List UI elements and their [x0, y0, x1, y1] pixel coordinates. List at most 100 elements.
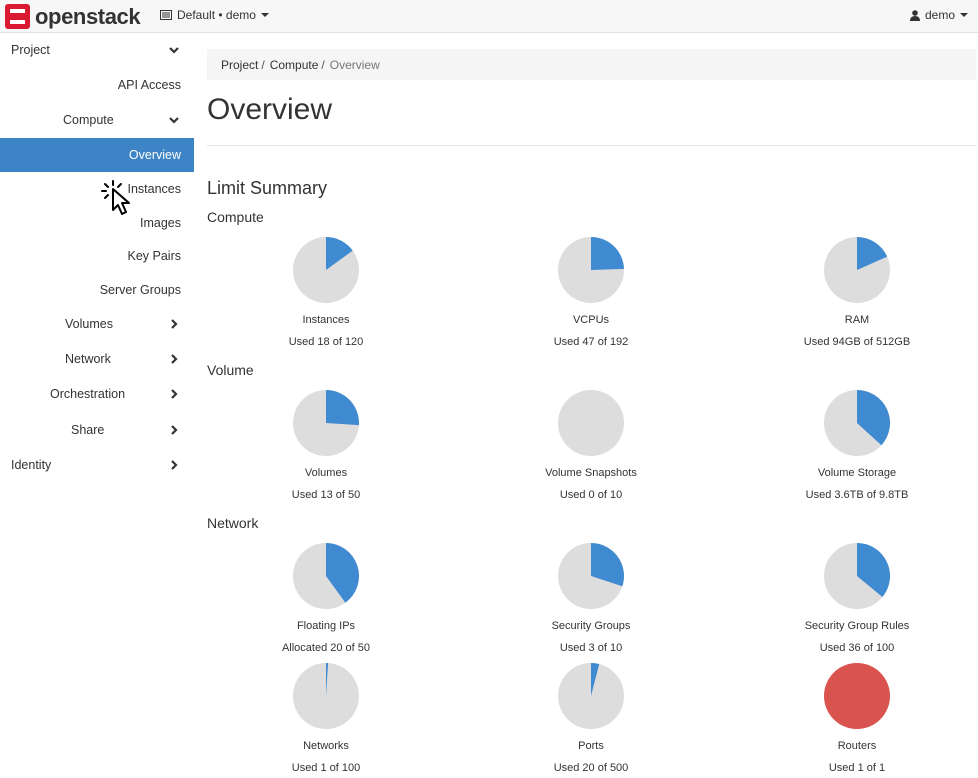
sidebar-item-overview[interactable]: Overview [0, 138, 194, 172]
chart-label: Volume Storage [817, 467, 897, 479]
pie-chart [558, 543, 624, 609]
sidebar-item-label: Instances [127, 182, 181, 196]
chart-usage-text: Used 3 of 10 [559, 642, 623, 654]
pie-chart [558, 390, 624, 456]
limit-chart: Floating IPs Allocated 20 of 50 [226, 542, 426, 655]
user-name: demo [924, 8, 955, 22]
sidebar-item-project[interactable]: Project [0, 33, 194, 67]
sidebar-item-volumes[interactable]: Volumes [0, 307, 194, 341]
sidebar-item-label: Images [140, 216, 181, 230]
pie-slice-used [326, 390, 359, 426]
chevron-down-icon [260, 13, 269, 17]
limit-chart: Security Group Rules Used 36 of 100 [757, 542, 957, 655]
sidebar-item-orchestration[interactable]: Orchestration [0, 377, 194, 411]
sidebar-item-images[interactable]: Images [0, 206, 194, 240]
chart-usage-text: Used 0 of 10 [559, 489, 623, 501]
section-title-compute: Compute [207, 209, 264, 225]
chart-label: Volumes [304, 467, 348, 479]
openstack-logo-icon [5, 4, 30, 29]
sidebar-item-label: Network [65, 352, 111, 366]
sidebar-item-server-groups[interactable]: Server Groups [0, 273, 194, 307]
limit-summary-title: Limit Summary [207, 178, 328, 198]
pie-slice-used [824, 663, 890, 729]
chevron-right-icon [171, 319, 178, 329]
chart-label: Ports [578, 740, 604, 752]
sidebar-item-label: Identity [11, 458, 52, 472]
project-switcher[interactable]: Default • demo [160, 8, 269, 22]
chart-label: VCPUs [572, 314, 610, 326]
sidebar-item-label: Volumes [65, 317, 113, 331]
brand-logo[interactable]: openstack [5, 4, 141, 29]
top-navbar: openstack Default • demo demo [0, 0, 978, 33]
chart-usage-text: Used 1 of 100 [291, 762, 361, 774]
chevron-down-icon [960, 13, 968, 17]
sidebar-item-label: Overview [128, 148, 181, 162]
sidebar-item-instances[interactable]: Instances [0, 172, 194, 206]
project-list-icon [160, 10, 172, 20]
sidebar-item-label: Orchestration [50, 387, 126, 401]
chart-usage-text: Used 18 of 120 [288, 336, 364, 348]
breadcrumb-separator: / [261, 57, 265, 72]
sidebar-item-compute[interactable]: Compute [0, 103, 194, 137]
pie-chart [293, 390, 359, 456]
pie-chart [293, 237, 359, 303]
pie-chart [824, 237, 890, 303]
chevron-down-icon [169, 47, 179, 54]
brand-name: openstack [35, 4, 141, 29]
chart-label: RAM [844, 314, 870, 326]
pie-chart [558, 237, 624, 303]
project-switcher-label: Default • demo [177, 8, 256, 22]
chart-usage-text: Used 1 of 1 [828, 762, 886, 774]
limit-chart: Networks Used 1 of 100 [226, 662, 426, 775]
chart-label: Networks [303, 740, 349, 752]
limit-chart: Security Groups Used 3 of 10 [491, 542, 691, 655]
chart-usage-text: Used 36 of 100 [819, 642, 895, 654]
chart-usage-text: Used 3.6TB of 9.8TB [805, 489, 909, 501]
pie-chart [824, 543, 890, 609]
chevron-right-icon [171, 425, 178, 435]
sidebar-nav: Project API Access Compute Overview Inst… [0, 33, 194, 778]
limit-chart: Volumes Used 13 of 50 [226, 389, 426, 502]
chart-label: Routers [837, 740, 877, 752]
breadcrumb-project[interactable]: Project [221, 58, 258, 72]
chevron-right-icon [171, 389, 178, 399]
user-menu[interactable]: demo [909, 8, 968, 22]
sidebar-item-label: Project [11, 43, 50, 57]
chart-label: Instances [302, 314, 350, 326]
sidebar-item-label: Share [71, 423, 105, 437]
limit-chart: Routers Used 1 of 1 [757, 662, 957, 775]
chart-label: Volume Snapshots [545, 467, 637, 479]
chart-label: Security Groups [551, 620, 631, 632]
limit-chart: Volume Storage Used 3.6TB of 9.8TB [757, 389, 957, 502]
pie-chart [293, 543, 360, 609]
pie-slice-used [591, 237, 624, 270]
limit-chart: RAM Used 94GB of 512GB [757, 236, 957, 349]
section-title-volume: Volume [207, 362, 254, 378]
chart-usage-text: Used 13 of 50 [291, 489, 361, 501]
chart-usage-text: Allocated 20 of 50 [281, 642, 371, 654]
chart-label: Floating IPs [296, 620, 356, 632]
pie-chart [824, 663, 890, 729]
pie-slice-free [558, 390, 624, 456]
sidebar-item-api-access[interactable]: API Access [0, 68, 194, 102]
sidebar-item-identity[interactable]: Identity [0, 448, 194, 482]
sidebar-item-share[interactable]: Share [0, 413, 194, 447]
sidebar-item-label: API Access [117, 78, 181, 92]
breadcrumb: Project / Compute / Overview [207, 49, 976, 80]
breadcrumb-current: Overview [329, 57, 380, 72]
pie-chart [293, 663, 359, 729]
pie-chart [824, 390, 891, 456]
limit-chart: VCPUs Used 47 of 192 [491, 236, 691, 349]
user-icon [909, 9, 920, 21]
limit-chart: Instances Used 18 of 120 [226, 236, 426, 349]
chart-label: Security Group Rules [804, 620, 910, 632]
breadcrumb-compute[interactable]: Compute [270, 58, 319, 72]
title-divider [207, 145, 976, 146]
sidebar-item-key-pairs[interactable]: Key Pairs [0, 239, 194, 273]
pie-chart [558, 663, 624, 729]
limit-chart: Volume Snapshots Used 0 of 10 [491, 389, 691, 502]
sidebar-item-network[interactable]: Network [0, 342, 194, 376]
sidebar-item-label: Key Pairs [127, 249, 182, 263]
chart-usage-text: Used 47 of 192 [553, 336, 629, 348]
chevron-right-icon [171, 460, 178, 470]
